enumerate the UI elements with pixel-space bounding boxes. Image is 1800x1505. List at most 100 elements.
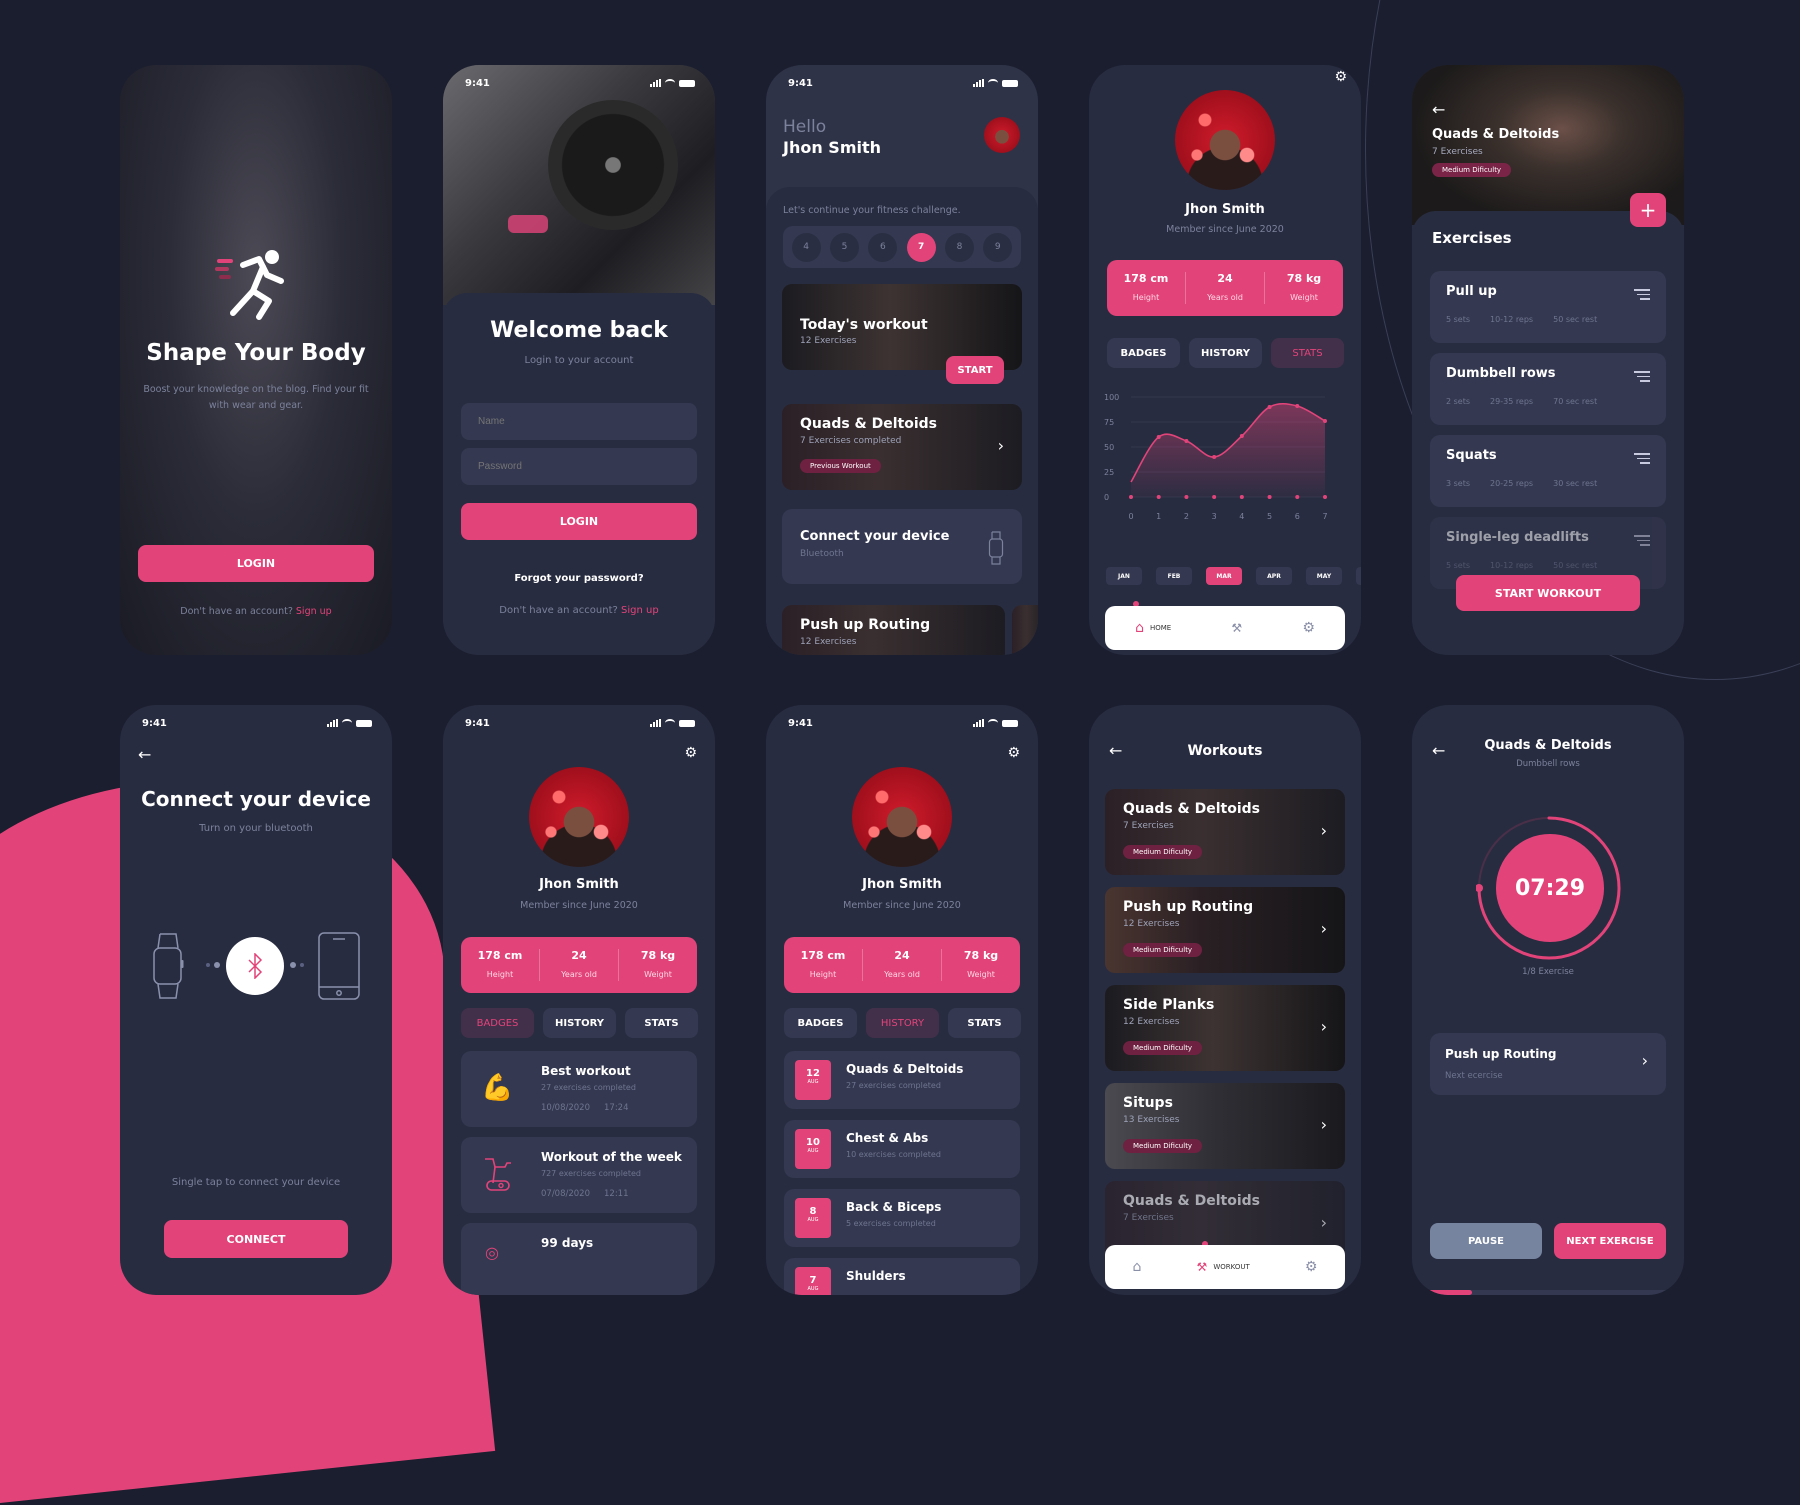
pause-button[interactable]: PAUSE bbox=[1430, 1223, 1542, 1259]
date-day: 8 bbox=[809, 1206, 817, 1217]
badge-item[interactable]: ◎ 99 days bbox=[461, 1223, 697, 1295]
tab-badges[interactable]: BADGES bbox=[784, 1008, 857, 1038]
day-7-active[interactable]: 7 bbox=[906, 232, 936, 262]
bluetooth-button[interactable] bbox=[226, 937, 284, 995]
back-arrow-icon[interactable]: ← bbox=[138, 745, 151, 764]
history-item[interactable]: 12 AUG Quads & Deltoids 27 exercises comp… bbox=[784, 1051, 1020, 1109]
reorder-icon[interactable] bbox=[1634, 371, 1650, 385]
back-arrow-icon[interactable]: ← bbox=[1432, 100, 1445, 119]
workout-title: Push up Routing bbox=[1123, 899, 1254, 915]
signup-prompt: Don't have an account? Sign up bbox=[120, 606, 392, 617]
sign-up-link[interactable]: Sign up bbox=[621, 605, 659, 616]
month-apr[interactable]: APR bbox=[1256, 567, 1292, 585]
start-button[interactable]: START bbox=[946, 356, 1004, 384]
password-field[interactable] bbox=[461, 448, 697, 485]
push-up-routing-card[interactable]: Push up Routing 12 Exercises bbox=[782, 605, 1005, 655]
data-point bbox=[1239, 434, 1244, 438]
tab-stats[interactable]: STATS bbox=[1271, 338, 1344, 368]
push-up-routing-title: Push up Routing bbox=[800, 617, 931, 633]
day-8[interactable]: 8 bbox=[944, 232, 974, 262]
name-field[interactable] bbox=[461, 403, 697, 440]
workout-detail-screen: ← Quads & Deltoids 7 Exercises Medium Di… bbox=[1412, 65, 1684, 655]
next-exercise-card[interactable]: Push up Routing Next ecercise › bbox=[1430, 1033, 1666, 1095]
todays-workout-card[interactable]: Today's workout 12 Exercises START bbox=[782, 284, 1022, 384]
stat-age: 24 Years old bbox=[1186, 272, 1265, 304]
exercise-name: Dumbbell rows bbox=[1446, 366, 1556, 381]
dot bbox=[206, 963, 210, 967]
nav-home[interactable]: ⌂ HOME bbox=[1135, 620, 1171, 636]
login-submit-button[interactable]: LOGIN bbox=[461, 503, 697, 540]
login-button[interactable]: LOGIN bbox=[138, 545, 374, 582]
forgot-password-link[interactable]: Forgot your password? bbox=[443, 573, 715, 584]
day-9[interactable]: 9 bbox=[983, 232, 1013, 262]
previous-workout-card[interactable]: Quads & Deltoids 7 Exercises completed P… bbox=[782, 404, 1022, 490]
tab-stats[interactable]: STATS bbox=[625, 1008, 698, 1038]
day-5[interactable]: 5 bbox=[829, 232, 859, 262]
stat-label: Years old bbox=[1207, 293, 1243, 302]
badge-item[interactable]: 💪 Best workout 27 exercises completed 10… bbox=[461, 1051, 697, 1127]
workout-subtitle: 12 Exercises bbox=[1123, 1017, 1180, 1027]
tab-badges[interactable]: BADGES bbox=[461, 1008, 534, 1038]
stat-label: Weight bbox=[644, 970, 672, 979]
history-item[interactable]: 8 AUG Back & Biceps 5 exercises completed bbox=[784, 1189, 1020, 1247]
nav-workout[interactable]: ⚒ bbox=[1231, 621, 1242, 635]
add-exercise-button[interactable]: + bbox=[1630, 193, 1666, 227]
exercise-item[interactable]: Pull up 5 sets 10-12 reps 50 sec rest bbox=[1430, 271, 1666, 343]
exercise-reps: 10-12 reps bbox=[1490, 315, 1534, 324]
chevron-right-icon: › bbox=[1320, 1213, 1327, 1232]
status-time: 9:41 bbox=[465, 77, 490, 89]
nav-workout[interactable]: ⚒ WORKOUT bbox=[1197, 1260, 1250, 1274]
connect-button[interactable]: CONNECT bbox=[164, 1220, 348, 1258]
date-month: AUG bbox=[807, 1148, 819, 1154]
bluetooth-icon bbox=[248, 953, 263, 979]
month-selector: JAN FEB MAR APR MAY JU bbox=[1106, 567, 1361, 585]
next-card-peek[interactable] bbox=[1012, 605, 1038, 655]
month-jun[interactable]: JU bbox=[1356, 567, 1361, 585]
connect-subtitle: Turn on your bluetooth bbox=[199, 823, 313, 834]
reorder-icon[interactable] bbox=[1634, 289, 1650, 303]
settings-gear-icon[interactable]: ⚙ bbox=[684, 745, 697, 761]
running-man-icon bbox=[215, 245, 295, 325]
wifi-icon bbox=[988, 719, 998, 727]
day-6[interactable]: 6 bbox=[868, 232, 898, 262]
tab-stats[interactable]: STATS bbox=[948, 1008, 1021, 1038]
tab-history[interactable]: HISTORY bbox=[1189, 338, 1262, 368]
nav-settings[interactable]: ⚙ bbox=[1305, 1259, 1318, 1275]
workout-card[interactable]: Situps 13 Exercises Medium Dificulty › bbox=[1105, 1083, 1345, 1169]
month-mar-active[interactable]: MAR bbox=[1206, 567, 1242, 585]
settings-gear-icon[interactable]: ⚙ bbox=[1334, 69, 1347, 85]
nav-home[interactable]: ⌂ bbox=[1133, 1259, 1142, 1275]
month-may[interactable]: MAY bbox=[1306, 567, 1342, 585]
reorder-icon[interactable] bbox=[1634, 453, 1650, 467]
nav-home-label: HOME bbox=[1149, 624, 1172, 632]
day-4[interactable]: 4 bbox=[791, 232, 821, 262]
history-item[interactable]: 10 AUG Chest & Abs 10 exercises completed bbox=[784, 1120, 1020, 1178]
history-item[interactable]: 7 AUG Shulders bbox=[784, 1258, 1020, 1295]
workout-card[interactable]: Push up Routing 12 Exercises Medium Difi… bbox=[1105, 887, 1345, 973]
month-feb[interactable]: FEB bbox=[1156, 567, 1192, 585]
workout-card[interactable]: Side Planks 12 Exercises Medium Dificult… bbox=[1105, 985, 1345, 1071]
month-jan[interactable]: JAN bbox=[1106, 567, 1142, 585]
tab-history[interactable]: HISTORY bbox=[543, 1008, 616, 1038]
member-since: Member since June 2020 bbox=[520, 900, 638, 911]
difficulty-chip: Medium Dificulty bbox=[1123, 943, 1203, 957]
tab-history[interactable]: HISTORY bbox=[866, 1008, 939, 1038]
exercise-item[interactable]: Dumbbell rows 2 sets 29-35 reps 70 sec res… bbox=[1430, 353, 1666, 425]
tab-badges[interactable]: BADGES bbox=[1107, 338, 1180, 368]
settings-gear-icon[interactable]: ⚙ bbox=[1007, 745, 1020, 761]
sign-up-link[interactable]: Sign up bbox=[296, 606, 332, 617]
nav-settings[interactable]: ⚙ bbox=[1302, 620, 1315, 636]
avatar[interactable] bbox=[984, 117, 1020, 153]
onboarding-screen: Shape Your Body Boost your knowledge on … bbox=[120, 65, 392, 655]
connect-device-card[interactable]: Connect your device Bluetooth bbox=[782, 509, 1022, 584]
reorder-icon[interactable] bbox=[1634, 535, 1650, 549]
start-workout-button[interactable]: START WORKOUT bbox=[1456, 575, 1640, 611]
workout-card[interactable]: Quads & Deltoids 7 Exercises Medium Difi… bbox=[1105, 789, 1345, 875]
badge-item[interactable]: Workout of the week 727 exercises comple… bbox=[461, 1137, 697, 1213]
exercise-item[interactable]: Squats 3 sets 20-25 reps 30 sec rest bbox=[1430, 435, 1666, 507]
exercise-reps: 29-35 reps bbox=[1490, 397, 1534, 406]
connect-hint: Single tap to connect your device bbox=[171, 1177, 341, 1188]
next-exercise-button[interactable]: NEXT EXERCISE bbox=[1554, 1223, 1666, 1259]
body-stats: 178 cm Height 24 Years old 78 kg Weight bbox=[461, 937, 697, 993]
workout-title: Quads & Deltoids bbox=[1123, 801, 1261, 817]
